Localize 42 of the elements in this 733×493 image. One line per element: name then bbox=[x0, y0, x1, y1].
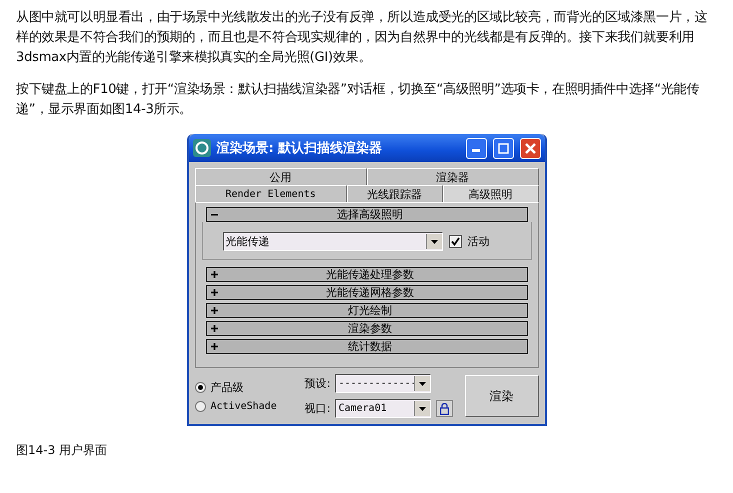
radio-button[interactable] bbox=[194, 401, 206, 412]
tab[interactable]: 公用 bbox=[194, 168, 366, 185]
tab[interactable]: 渲染器 bbox=[366, 168, 538, 185]
close-button[interactable] bbox=[520, 138, 540, 158]
radio-label: ActiveShade bbox=[210, 401, 277, 412]
viewport-dropdown[interactable]: Camera01 bbox=[335, 399, 432, 418]
app-icon bbox=[192, 139, 210, 157]
plus-icon bbox=[210, 307, 218, 314]
minimize-button[interactable] bbox=[466, 138, 486, 158]
dropdown-caret-icon bbox=[419, 406, 426, 410]
render-button[interactable]: 渲染 bbox=[464, 375, 538, 417]
plus-icon bbox=[210, 343, 218, 350]
maximize-icon bbox=[498, 142, 508, 154]
tab[interactable]: 光线跟踪器 bbox=[346, 185, 443, 202]
field-label: 预设: bbox=[304, 376, 330, 391]
checkbox[interactable] bbox=[448, 235, 462, 248]
rollout-header[interactable]: 渲染参数 bbox=[206, 321, 528, 336]
maximize-button[interactable] bbox=[492, 138, 514, 158]
rollout-header[interactable]: 选择高级照明 bbox=[206, 207, 528, 222]
close-icon bbox=[524, 142, 536, 154]
plus-icon bbox=[210, 289, 218, 296]
rollout-header[interactable]: 光能传递网格参数 bbox=[206, 285, 528, 300]
paragraph: 按下键盘上的F10键，打开“渲染场景：默认扫描线渲染器”对话框，切换至“高级照明”选项卡，在照明插件中选择“光能传递”，显示界面如图14-3所示。 bbox=[16, 81, 700, 119]
tab[interactable]: 高级照明 bbox=[442, 185, 538, 202]
dropdown-caret-icon bbox=[430, 240, 438, 244]
rollout-header[interactable]: 光能传递处理参数 bbox=[206, 267, 528, 282]
figure-caption: 图14-3 用户界面 bbox=[16, 442, 108, 459]
rollout-header[interactable]: 统计数据 bbox=[206, 339, 528, 354]
minus-icon bbox=[210, 214, 218, 216]
paragraph: 从图中就可以明显看出，由于场景中光线散发出的光子没有反弹，所以造成受光的区域比较亮，而背光的区域漆黑一片，这样的效果是不符合我们的预期的，而且也是不符合现实规律的，因为自然界中的光线都是有反弹的。接下来我们就要利用3dsmax内置的光能传递引擎来模拟真实的全局光照(GI)效果。 bbox=[16, 9, 708, 67]
radio-button[interactable] bbox=[194, 382, 206, 393]
dropdown-caret-icon bbox=[419, 382, 426, 386]
checkbox-label: 活动 bbox=[468, 234, 490, 249]
plus-icon bbox=[210, 325, 218, 332]
plugin-dropdown[interactable]: 光能传递 bbox=[222, 232, 442, 251]
field-label: 视口: bbox=[304, 401, 330, 416]
window-title: 渲染场景: 默认扫描线渲染器 bbox=[216, 140, 384, 157]
plus-icon bbox=[210, 271, 218, 278]
tab[interactable]: Render Elements bbox=[194, 185, 347, 202]
rollout-header[interactable]: 灯光绘制 bbox=[206, 303, 528, 318]
radio-label: 产品级 bbox=[210, 380, 244, 395]
lock-icon[interactable] bbox=[436, 400, 454, 417]
